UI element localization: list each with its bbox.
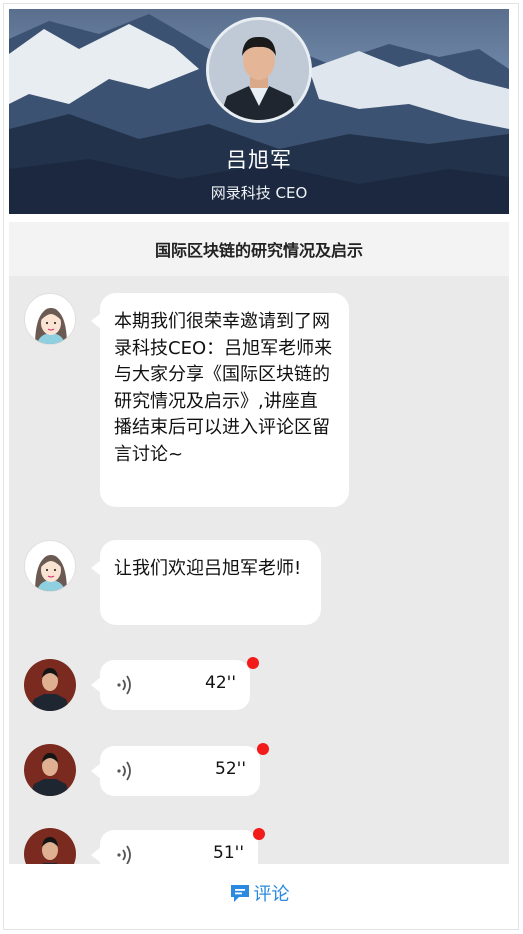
unread-dot [257,743,269,755]
host-avatar [24,540,76,592]
speaker-avatar-small[interactable] [24,828,76,864]
profile-header: 吕旭军 网录科技 CEO [9,9,509,214]
comment-button[interactable]: 评论 [9,864,509,922]
speaker-name: 吕旭军 [226,148,292,172]
voice-duration: 52'' [215,759,246,779]
voice-message[interactable]: 52'' [91,746,260,796]
speaker-avatar-small[interactable] [24,659,76,711]
message-bubble: 让我们欢迎吕旭军老师! [91,540,321,625]
comment-icon [230,885,249,902]
chat-area: 本期我们很荣幸邀请到了网录科技CEO：吕旭军老师来与大家分享《国际区块链的研究情… [9,276,509,864]
audio-wave-icon [117,845,131,864]
comment-label: 评论 [253,884,290,905]
message-bubble: 本期我们很荣幸邀请到了网录科技CEO：吕旭军老师来与大家分享《国际区块链的研究情… [91,293,349,507]
audio-wave-icon [117,675,131,695]
voice-message[interactable]: 42'' [91,660,250,710]
speaker-title: 网录科技 CEO [210,184,308,202]
lecture-title: 国际区块链的研究情况及启示 [9,222,509,276]
speaker-avatar [206,17,312,123]
unread-dot [247,657,259,669]
audio-wave-icon [117,761,131,781]
host-avatar [24,293,76,345]
voice-duration: 42'' [205,673,236,693]
unread-dot [253,828,265,840]
voice-message[interactable]: 51'' [91,830,258,864]
speaker-avatar-small[interactable] [24,744,76,796]
voice-duration: 51'' [213,843,244,863]
